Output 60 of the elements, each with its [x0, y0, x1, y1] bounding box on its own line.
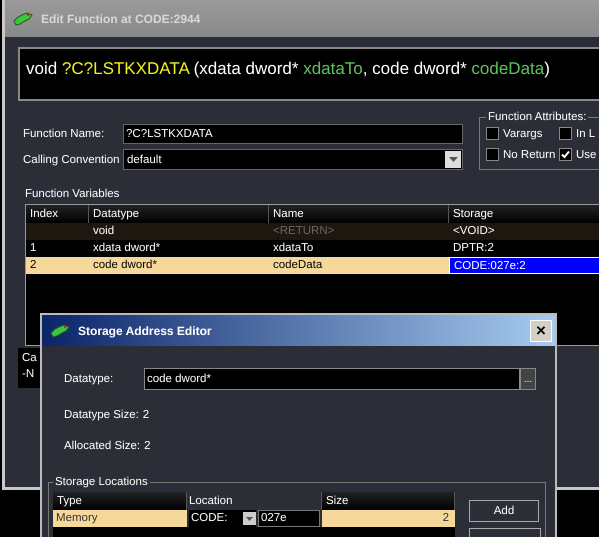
column-header[interactable]: Type — [53, 492, 187, 510]
size-value: 2 — [144, 440, 150, 452]
add-button[interactable]: Add — [469, 500, 539, 522]
function-name-field[interactable]: ?C?LSTKXDATA — [123, 124, 463, 144]
table-cell-text: DPTR:2 — [452, 241, 495, 256]
field-label: Function Name: — [22, 128, 106, 140]
table-row[interactable]: Memory CODE: 027e 2 — [53, 510, 455, 527]
table-cell-text: void — [92, 224, 116, 239]
table-cell-text: 1 — [29, 241, 38, 256]
signature-display: void ?C?LSTKXDATA (xdata dword* xdataTo, code dword* codeData) — [18, 47, 599, 101]
table-cell-text: Memory — [55, 511, 99, 526]
field-label: Allocated Size: — [64, 440, 140, 452]
checkbox-label: In L — [576, 128, 596, 140]
table-cell-text: 2 — [29, 258, 38, 273]
checkbox[interactable] — [559, 148, 572, 161]
field-label: Datatype: — [64, 373, 114, 385]
checkmark-icon — [560, 149, 571, 160]
window-title: Storage Address Editor — [78, 324, 212, 338]
table-cell-text: <VOID> — [452, 224, 496, 239]
checkbox[interactable] — [486, 148, 499, 161]
table-row[interactable]: 2 code dword* codeData CODE:027e:2 — [26, 257, 599, 274]
address-field[interactable]: 027e — [258, 510, 320, 527]
checkbox[interactable] — [559, 127, 572, 140]
table-cell-text: 2 — [442, 511, 450, 526]
checkbox[interactable] — [486, 127, 499, 140]
table-cell-text: <RETURN> — [272, 224, 336, 239]
group-title: Storage Locations — [54, 476, 149, 488]
checkbox-label: No Return — [503, 148, 556, 160]
table-cell-text: codeData — [272, 258, 324, 273]
section-title: Function Variables — [24, 188, 120, 200]
table-cell: CODE:027e:2 — [449, 257, 599, 274]
group-title: Function Attributes: — [487, 111, 588, 123]
browse-button[interactable]: ... — [520, 368, 536, 390]
size-value: 2 — [142, 409, 150, 421]
window-title: Edit Function at CODE:2944 — [41, 12, 200, 26]
space-dropdown[interactable]: CODE: — [189, 510, 256, 527]
column-header[interactable]: Storage — [449, 205, 599, 223]
code-line: -N — [22, 368, 36, 380]
code-line: Ca — [22, 352, 38, 364]
calling-convention-dropdown[interactable]: default — [123, 149, 463, 170]
dropdown-arrow-icon — [246, 516, 253, 520]
table-row[interactable]: void <RETURN> <VOID> — [26, 223, 599, 240]
dropdown-arrow-icon — [448, 157, 458, 162]
column-header[interactable]: Location — [187, 492, 322, 510]
table-cell-text: code dword* — [92, 258, 158, 273]
close-button[interactable]: × — [530, 320, 552, 342]
table-cell-text: xdataTo — [272, 241, 314, 256]
lizard-icon — [50, 322, 70, 338]
field-label: Datatype Size: — [64, 409, 139, 421]
checkbox-label: Varargs — [503, 128, 542, 140]
field-label: Calling Convention — [22, 154, 121, 166]
column-header[interactable]: Index — [26, 205, 89, 223]
datatype-field[interactable]: code dword* — [144, 368, 520, 390]
column-header[interactable]: Size — [322, 492, 455, 510]
checkbox-label: Use — [576, 148, 596, 160]
table-row[interactable]: 1 xdata dword* xdataTo DPTR:2 — [26, 240, 599, 257]
column-header[interactable]: Name — [269, 205, 449, 223]
table-cell-text: xdata dword* — [92, 241, 162, 256]
lizard-icon — [13, 10, 33, 26]
column-header[interactable]: Datatype — [89, 205, 269, 223]
